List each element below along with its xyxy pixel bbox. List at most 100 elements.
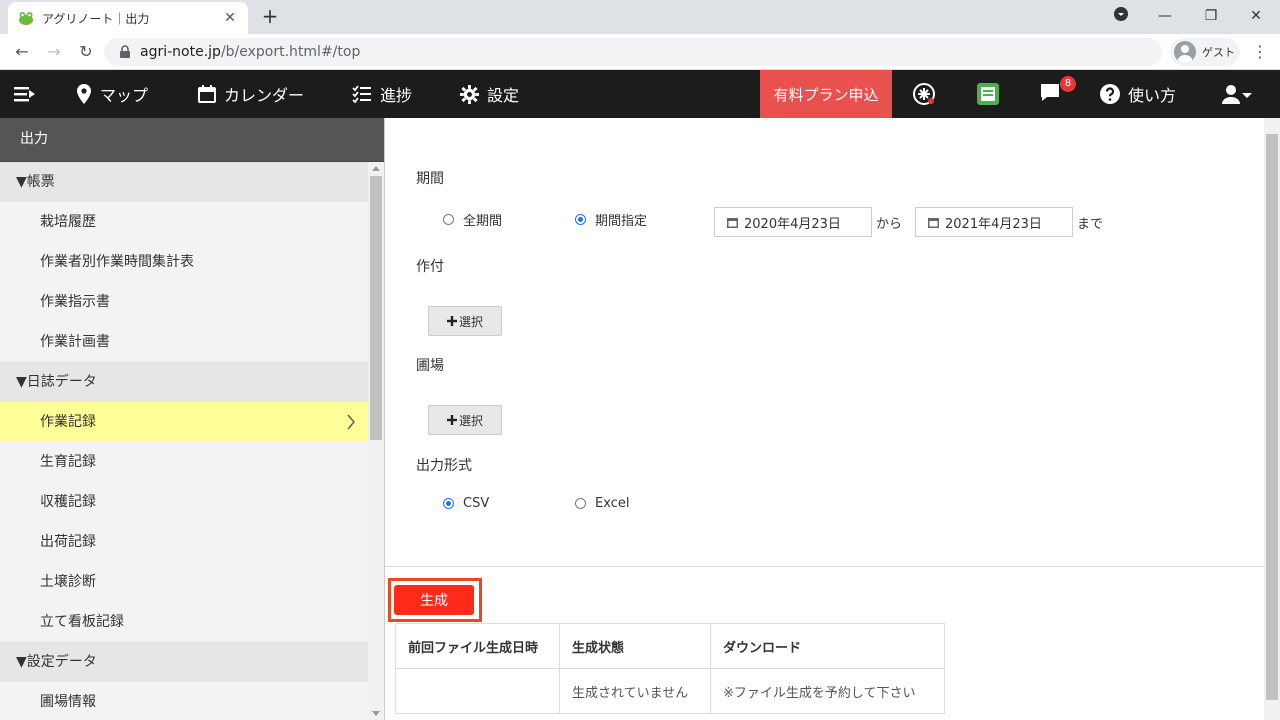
sidebar-scroll-thumb[interactable] (370, 176, 382, 440)
main-scrollbar[interactable] (1264, 118, 1280, 720)
browser-menu-icon[interactable]: ⋮ (1252, 42, 1268, 62)
sidebar-item-label: 作業記録 (40, 414, 96, 430)
from-suffix: から (876, 217, 903, 232)
plus-icon (446, 415, 457, 425)
tab-title: アグリノート｜出力 (42, 11, 150, 26)
sidebar-section-settings-data[interactable]: ▼設定データ (0, 642, 384, 682)
scroll-up-icon[interactable] (372, 166, 380, 171)
sidebar-item-cultivation-history[interactable]: 栽培履歴 (0, 202, 384, 242)
sidebar-item-soil-diagnosis[interactable]: 土壌診断 (0, 562, 384, 602)
address-bar-row: ← → ↻ agri-note.jp/b/export.html#/top ゲス… (0, 34, 1280, 70)
lock-icon (120, 45, 130, 58)
crop-select-label: 選択 (458, 314, 483, 329)
column-header: 前回ファイル生成日時 (395, 623, 560, 669)
user-menu-icon[interactable] (1222, 70, 1260, 118)
url-host: agri-note.jp (140, 44, 221, 60)
sidebar-section-reports[interactable]: ▼帳票 (0, 162, 384, 202)
farm-diary-icon[interactable] (976, 70, 1008, 118)
tab-search-icon[interactable] (1111, 6, 1131, 26)
status-table: 前回ファイル生成日時 生成状態 ダウンロード 生成されていません ※ファイル生成… (395, 623, 945, 714)
profile-button[interactable]: ゲスト (1170, 38, 1240, 66)
app-header: マップ カレンダー 進捗 設定 有料プラン申込 8 使い方 (0, 70, 1280, 118)
format-excel-label: Excel (595, 496, 630, 511)
sidebar-item-growth-records[interactable]: 生育記録 (0, 442, 384, 482)
nav-map[interactable]: マップ (76, 70, 148, 118)
nav-progress-label: 進捗 (380, 86, 413, 105)
checklist-icon (352, 85, 371, 103)
format-excel-radio[interactable]: Excel (575, 496, 629, 511)
url-path: /b/export.html#/top (220, 44, 361, 60)
nav-help-label: 使い方 (1128, 86, 1177, 105)
column-header: 生成状態 (559, 623, 711, 669)
sidebar-title: 出力 (0, 118, 384, 162)
period-specified-radio[interactable]: 期間指定 (575, 210, 647, 229)
nav-settings[interactable]: 設定 (460, 70, 519, 118)
generate-button[interactable]: 生成 (394, 585, 474, 615)
radio-selected-icon (443, 498, 454, 509)
calendar-icon (727, 217, 738, 228)
sidebar-item-work-instructions[interactable]: 作業指示書 (0, 282, 384, 322)
notification-badge: 8 (1060, 76, 1076, 92)
map-pin-icon (77, 84, 91, 104)
nav-help[interactable]: 使い方 (1100, 70, 1176, 118)
nav-progress[interactable]: 進捗 (352, 70, 412, 118)
table-cell: 生成されていません (559, 668, 711, 714)
browser-tab[interactable]: アグリノート｜出力 ✕ (8, 2, 248, 34)
nav-settings-label: 設定 (487, 86, 520, 105)
sidebar-item-field-info[interactable]: 圃場情報 (0, 682, 384, 720)
format-csv-label: CSV (463, 496, 490, 511)
calendar-icon (928, 217, 939, 228)
forward-icon[interactable]: → (44, 42, 64, 62)
restore-icon[interactable]: ❐ (1201, 6, 1221, 26)
paid-plan-button[interactable]: 有料プラン申込 (760, 70, 892, 118)
help-icon (1100, 84, 1120, 104)
format-csv-radio[interactable]: CSV (443, 496, 489, 511)
browser-tab-bar: アグリノート｜出力 ✕ + — ❐ ✕ (0, 0, 1280, 34)
crop-label: 作付 (416, 259, 444, 275)
date-to-value: 2021年4月23日 (945, 216, 1042, 232)
scroll-down-icon[interactable] (372, 711, 380, 716)
plus-icon (446, 316, 457, 326)
section-divider (385, 566, 1264, 567)
sidebar-item-shipping-records[interactable]: 出荷記録 (0, 522, 384, 562)
nav-calendar[interactable]: カレンダー (198, 70, 304, 118)
crop-select-button[interactable]: 選択 (428, 306, 502, 336)
sidebar-scrollbar[interactable] (368, 162, 384, 720)
profile-label: ゲスト (1202, 46, 1235, 59)
calendar-icon (198, 85, 216, 103)
window-close-icon[interactable]: ✕ (1246, 6, 1266, 26)
minimize-icon[interactable]: — (1155, 6, 1175, 26)
weather-icon[interactable] (912, 70, 944, 118)
table-row: 生成されていません ※ファイル生成を予約して下さい (395, 668, 945, 714)
close-tab-icon[interactable]: ✕ (222, 10, 238, 26)
sidebar-toggle-icon[interactable] (14, 70, 44, 118)
gear-icon (460, 84, 479, 104)
radio-selected-icon (575, 214, 586, 225)
to-suffix: まで (1077, 217, 1104, 232)
period-all-radio[interactable]: 全期間 (443, 210, 502, 229)
sidebar-item-harvest-records[interactable]: 収穫記録 (0, 482, 384, 522)
main-scroll-thumb[interactable] (1266, 134, 1278, 700)
notification-icon[interactable]: 8 (1040, 70, 1076, 118)
field-select-button[interactable]: 選択 (428, 405, 502, 435)
sidebar-item-work-records[interactable]: 作業記録 (0, 402, 384, 442)
radio-icon (443, 214, 454, 225)
date-from-field[interactable]: 2020年4月23日 (714, 207, 872, 237)
sidebar-item-work-plan[interactable]: 作業計画書 (0, 322, 384, 362)
back-icon[interactable]: ← (12, 42, 32, 62)
sidebar-item-worker-hours[interactable]: 作業者別作業時間集計表 (0, 242, 384, 282)
period-label: 期間 (416, 171, 444, 187)
table-cell (395, 668, 560, 714)
date-to-field[interactable]: 2021年4月23日 (915, 207, 1073, 237)
format-label: 出力形式 (416, 458, 472, 474)
url-field[interactable]: agri-note.jp/b/export.html#/top (104, 38, 1162, 66)
sidebar-section-diary-data[interactable]: ▼日誌データ (0, 362, 384, 402)
nav-map-label: マップ (100, 86, 149, 105)
sidebar-item-signboard-records[interactable]: 立て看板記録 (0, 602, 384, 642)
field-label: 圃場 (416, 358, 444, 374)
sidebar: 出力 ▼帳票 栽培履歴 作業者別作業時間集計表 作業指示書 作業計画書 ▼日誌デ… (0, 118, 384, 720)
new-tab-icon[interactable]: + (260, 6, 280, 26)
frog-favicon-icon (19, 12, 33, 25)
field-select-label: 選択 (458, 413, 483, 428)
reload-icon[interactable]: ↻ (76, 42, 96, 62)
